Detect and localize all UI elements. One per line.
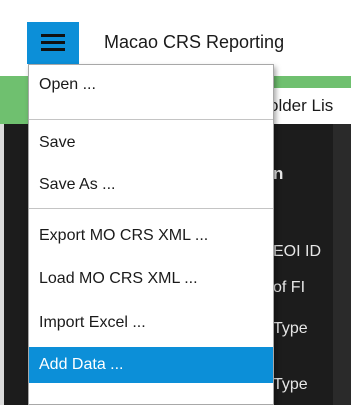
panel-right-column <box>333 124 351 405</box>
menu-item-save-as[interactable]: Save As ... <box>29 167 273 203</box>
menu-item-add-data[interactable]: Add Data ... <box>29 347 273 383</box>
field-label-type-1: Type <box>273 320 308 337</box>
hamburger-menu-icon <box>41 34 65 37</box>
menu-item-export-mo-crs-xml[interactable]: Export MO CRS XML ... <box>29 218 273 254</box>
app-title: Macao CRS Reporting <box>104 32 285 52</box>
field-label-eoi-id: EOI ID <box>273 243 322 260</box>
hamburger-menu-button[interactable] <box>27 22 79 64</box>
field-label-type-2: Type <box>273 376 308 393</box>
tab-folder-list[interactable]: older Lis <box>262 88 351 124</box>
title-bar: Macao CRS Reporting <box>0 0 351 72</box>
hamburger-menu-icon-bar <box>41 41 65 44</box>
field-label-of-fi: of FI <box>273 279 306 296</box>
panel-left-edge <box>0 124 4 405</box>
hamburger-menu-icon-bar <box>41 48 65 51</box>
tab-folder-list-label: older Lis <box>269 96 334 115</box>
menu-separator <box>29 119 273 120</box>
column-header: n <box>273 164 284 183</box>
file-menu-dropdown: Open ... Save Save As ... Export MO CRS … <box>28 64 274 405</box>
menu-item-open[interactable]: Open ... <box>29 67 273 103</box>
menu-separator <box>29 208 273 209</box>
menu-item-load-mo-crs-xml[interactable]: Load MO CRS XML ... <box>29 261 273 297</box>
menu-item-save[interactable]: Save <box>29 125 273 161</box>
menu-item-import-excel[interactable]: Import Excel ... <box>29 305 273 341</box>
app-window: Macao CRS Reporting older Lis n EOI ID o… <box>0 0 351 405</box>
